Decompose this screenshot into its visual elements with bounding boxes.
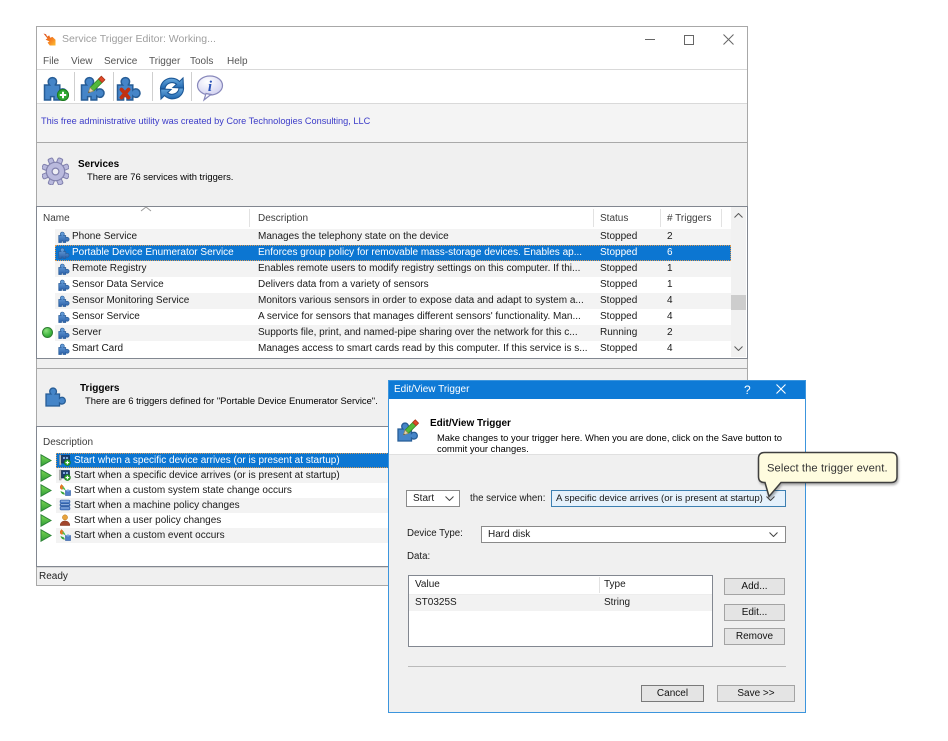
svg-text:Select the trigger event.: Select the trigger event. bbox=[767, 463, 888, 475]
